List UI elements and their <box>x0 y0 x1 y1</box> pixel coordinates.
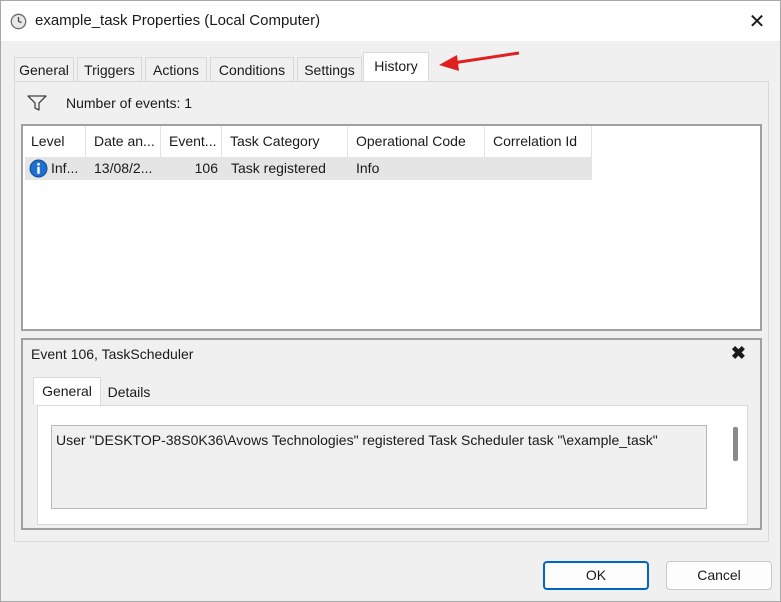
clock-icon <box>10 13 27 30</box>
events-header: Number of events: 1 <box>23 89 762 121</box>
cell-correlation-id <box>493 157 589 180</box>
cell-operational-code: Info <box>356 160 380 176</box>
table-row[interactable]: Inf... 13/08/2... 106 Task registered In… <box>25 157 592 180</box>
tab-general[interactable]: General <box>14 57 74 82</box>
column-event[interactable]: Event... <box>161 126 222 157</box>
events-count: Number of events: 1 <box>66 95 193 111</box>
cell-date: 13/08/2... <box>94 160 153 176</box>
cell-level: Inf... <box>51 160 79 176</box>
detail-tab-details-label: Details <box>107 384 151 400</box>
red-arrow-icon <box>439 51 520 71</box>
cell-event: 106 <box>194 160 218 176</box>
filter-icon[interactable] <box>27 94 47 112</box>
tab-triggers-label: Triggers <box>84 62 135 78</box>
column-date[interactable]: Date an... <box>86 126 161 157</box>
detail-tab-details[interactable]: Details <box>101 379 157 407</box>
cancel-button[interactable]: Cancel <box>666 561 772 590</box>
scrollbar[interactable] <box>726 406 747 524</box>
tab-triggers[interactable]: Triggers <box>77 57 142 82</box>
detail-tab-general[interactable]: General <box>33 377 101 405</box>
tab-conditions[interactable]: Conditions <box>210 57 294 82</box>
cancel-button-label: Cancel <box>697 567 741 583</box>
tab-conditions-label: Conditions <box>218 62 286 78</box>
title-bar: example_task Properties (Local Computer)… <box>1 1 780 41</box>
close-detail-icon[interactable]: ✖ <box>731 343 746 364</box>
close-icon: ✕ <box>748 10 766 33</box>
window-title: example_task Properties (Local Computer) <box>35 12 321 29</box>
scrollbar-thumb[interactable] <box>733 427 738 461</box>
event-detail-title: Event 106, TaskScheduler <box>31 346 194 362</box>
column-level[interactable]: Level <box>23 126 86 157</box>
column-task-category[interactable]: Task Category <box>222 126 348 157</box>
close-window-button[interactable]: ✕ <box>734 1 780 41</box>
event-message: User "DESKTOP-38S0K36\Avows Technologies… <box>56 432 658 448</box>
events-list[interactable]: Level Date an... Event... Task Category … <box>21 124 762 331</box>
tab-actions-label: Actions <box>153 62 199 78</box>
detail-tab-general-label: General <box>42 383 92 399</box>
ok-button-label: OK <box>585 567 607 583</box>
column-operational-code[interactable]: Operational Code <box>348 126 485 157</box>
event-detail-header: Event 106, TaskScheduler ✖ <box>21 338 762 368</box>
tab-history[interactable]: History <box>363 52 429 81</box>
properties-window: example_task Properties (Local Computer)… <box>0 0 781 602</box>
tab-settings-label: Settings <box>304 62 355 78</box>
ok-button[interactable]: OK <box>543 561 649 590</box>
tab-settings[interactable]: Settings <box>297 57 362 82</box>
tab-actions[interactable]: Actions <box>145 57 207 82</box>
info-icon <box>29 159 48 178</box>
cell-task-category: Task registered <box>231 160 326 176</box>
tab-general-label: General <box>19 62 69 78</box>
tab-history-label: History <box>374 58 418 74</box>
event-message-box[interactable]: User "DESKTOP-38S0K36\Avows Technologies… <box>51 425 707 509</box>
column-correlation-id[interactable]: Correlation Id <box>485 126 592 157</box>
